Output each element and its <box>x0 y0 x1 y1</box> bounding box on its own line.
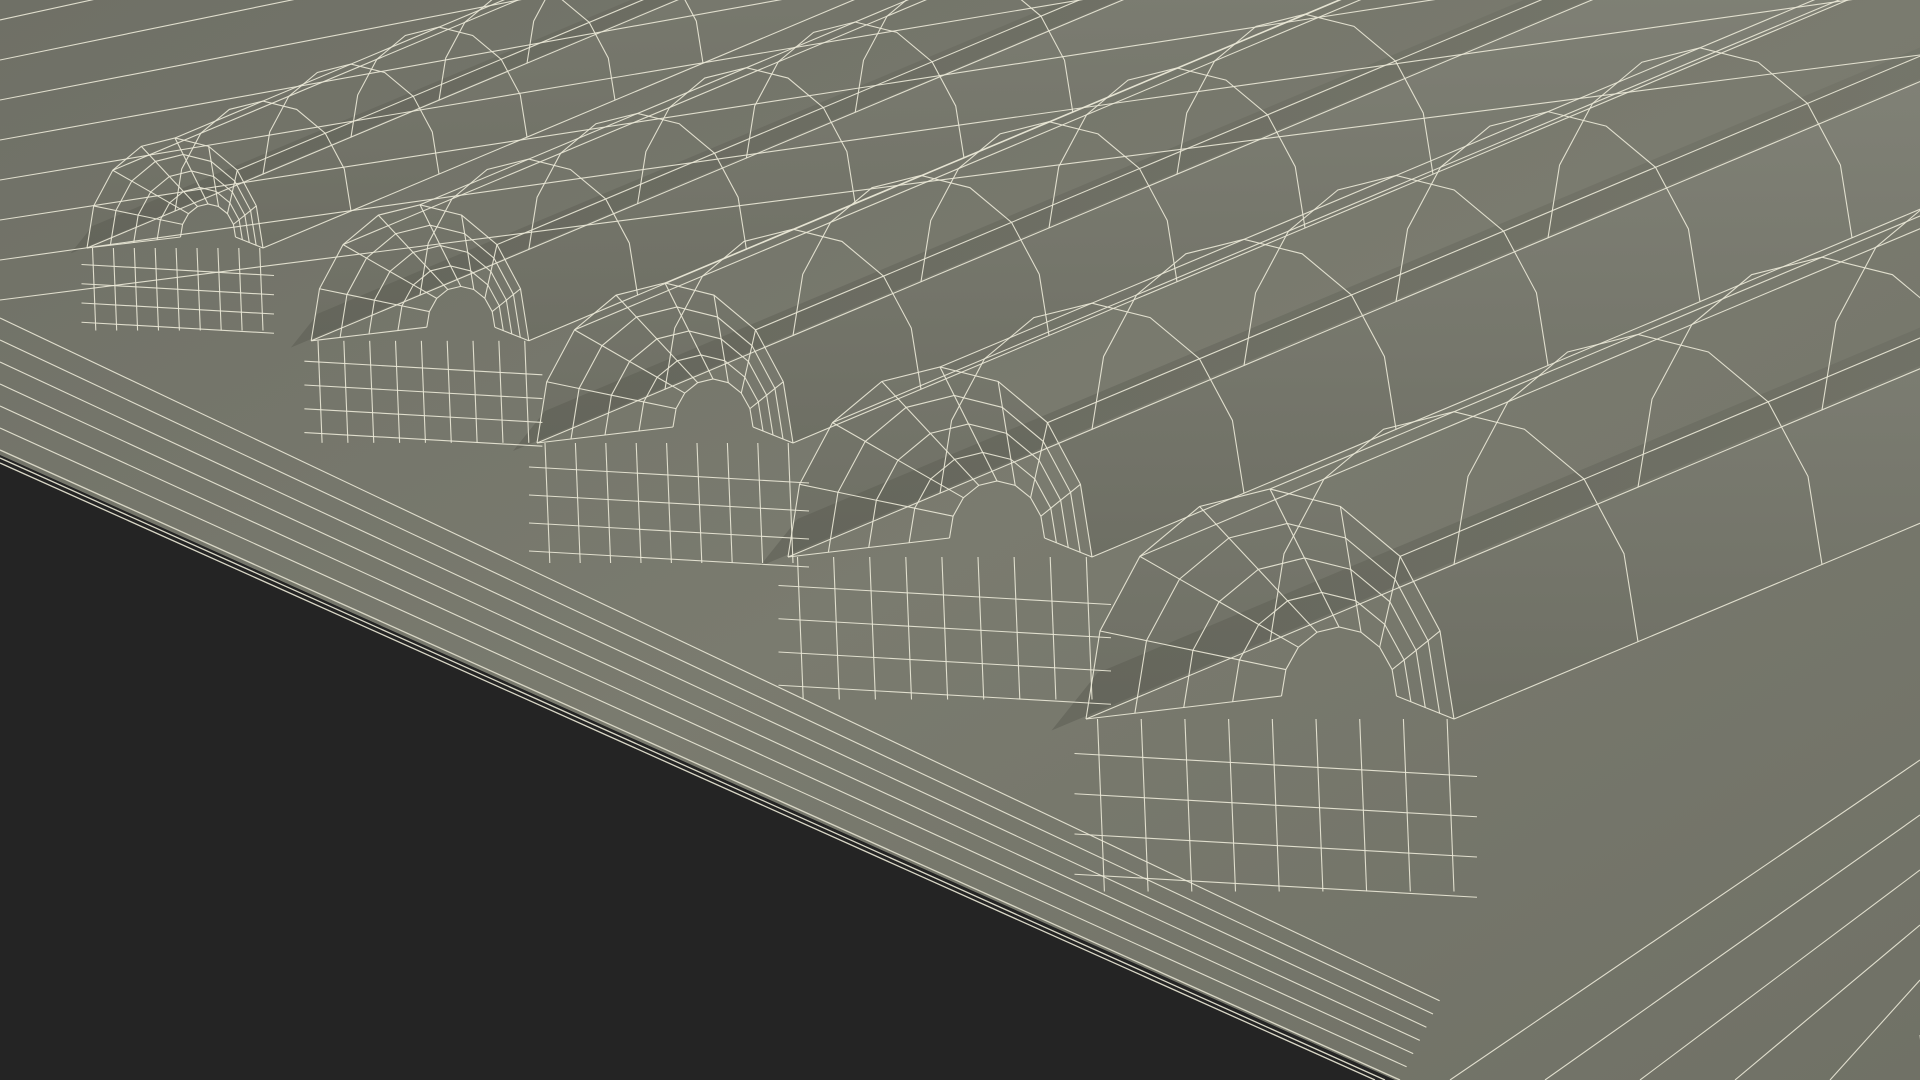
render-viewport <box>0 0 1920 1080</box>
wireframe-render <box>0 0 1920 1080</box>
